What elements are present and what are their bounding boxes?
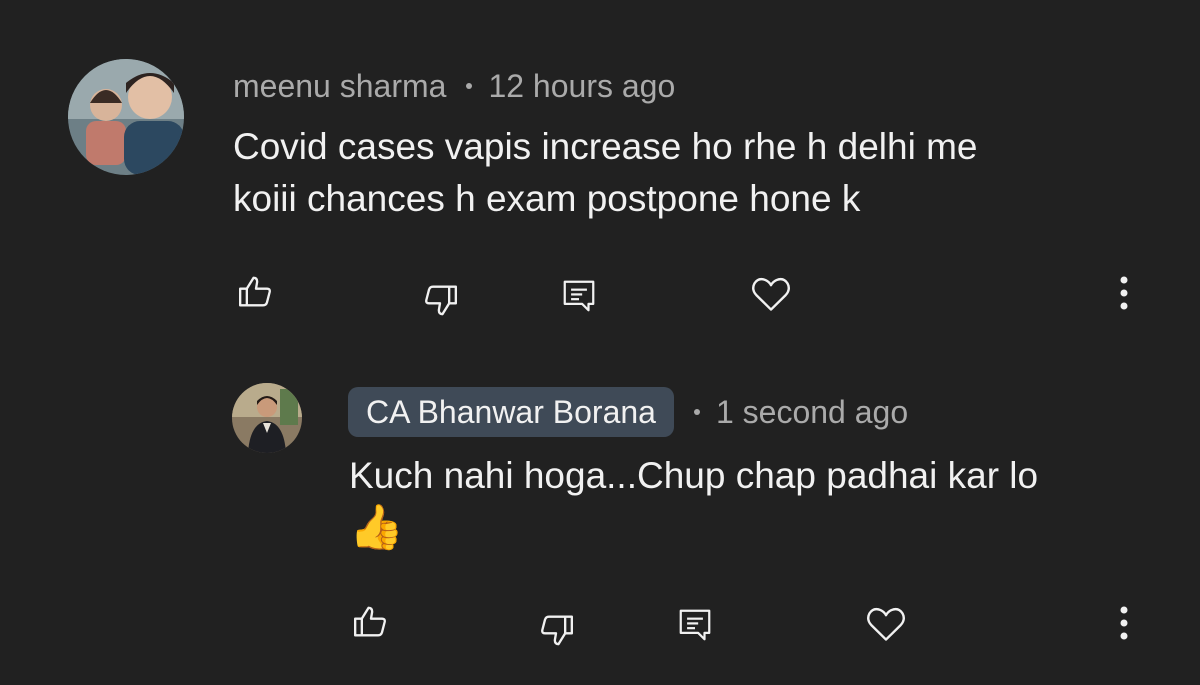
comment-reply-button[interactable] bbox=[560, 276, 598, 316]
comment-more-button[interactable] bbox=[1112, 274, 1136, 314]
comment-dislike-button[interactable] bbox=[420, 280, 460, 320]
reply-like-button[interactable] bbox=[351, 602, 391, 642]
reply-text: Kuch nahi hoga...Chup chap padhai kar lo… bbox=[349, 450, 1038, 554]
heart-icon bbox=[752, 277, 790, 311]
comment-meta: meenu sharma 12 hours ago bbox=[233, 66, 675, 106]
thumbs-down-icon bbox=[425, 285, 457, 316]
comment-text: Covid cases vapis increase ho rhe h delh… bbox=[233, 121, 978, 225]
comment-author[interactable]: meenu sharma bbox=[233, 68, 446, 105]
separator-dot bbox=[693, 409, 700, 415]
reply-comment-icon bbox=[679, 609, 711, 641]
thumbs-down-icon bbox=[541, 615, 573, 646]
thumbs-up-emoji: 👍 bbox=[349, 502, 404, 553]
comment-text-line-2: koiii chances h exam postpone hone k bbox=[233, 178, 861, 219]
reply-heart-button[interactable] bbox=[864, 602, 908, 646]
comment-avatar[interactable] bbox=[68, 59, 184, 175]
reply-text-line-1: Kuch nahi hoga...Chup chap padhai kar lo bbox=[349, 455, 1039, 496]
thumbs-up-icon bbox=[239, 276, 271, 307]
reply-author-chip[interactable]: CA Bhanwar Borana bbox=[348, 387, 674, 437]
comment-text-line-1: Covid cases vapis increase ho rhe h delh… bbox=[233, 126, 978, 167]
comment-time[interactable]: 12 hours ago bbox=[488, 68, 675, 105]
comment-like-button[interactable] bbox=[236, 272, 276, 312]
separator-dot bbox=[466, 83, 473, 89]
reply-time[interactable]: 1 second ago bbox=[716, 394, 908, 431]
reply-meta: CA Bhanwar Borana 1 second ago bbox=[348, 387, 908, 437]
reply-reply-button[interactable] bbox=[676, 605, 714, 645]
comment-heart-button[interactable] bbox=[749, 272, 793, 316]
reply-more-button[interactable] bbox=[1112, 604, 1136, 644]
more-vertical-icon bbox=[1120, 606, 1128, 640]
reply-dislike-button[interactable] bbox=[536, 610, 576, 650]
more-vertical-icon bbox=[1120, 276, 1128, 310]
heart-icon bbox=[867, 607, 905, 641]
reply-avatar[interactable] bbox=[232, 383, 302, 453]
thumbs-up-icon bbox=[354, 606, 386, 637]
reply-comment-icon bbox=[563, 280, 595, 312]
